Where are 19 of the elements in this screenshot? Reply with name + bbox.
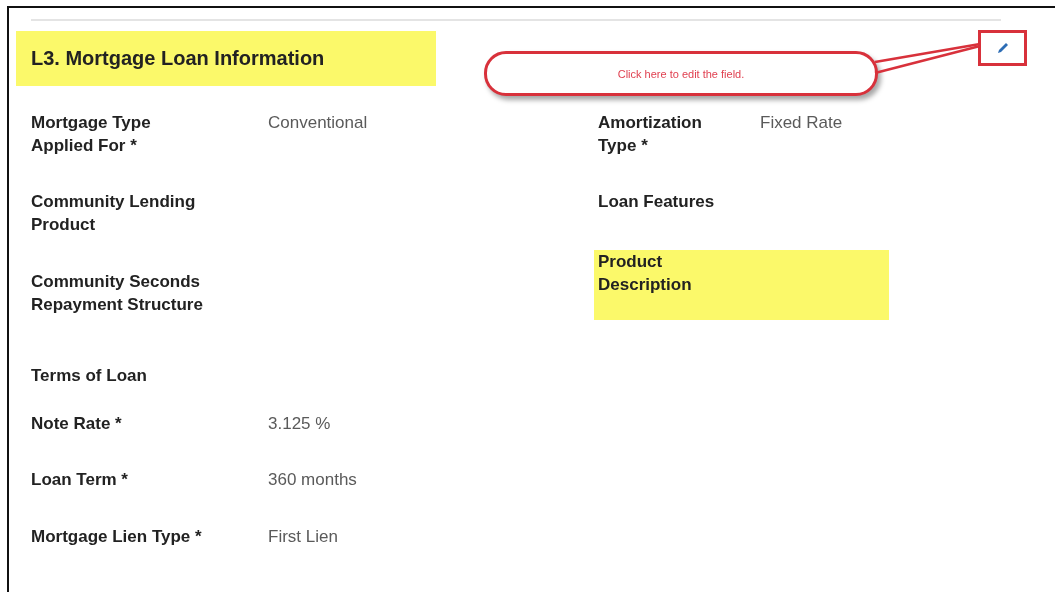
edit-button[interactable] (995, 41, 1010, 55)
field-label: Community Seconds Repayment Structure (31, 271, 204, 316)
field-label: Note Rate * (31, 413, 123, 435)
field-label: Loan Features (598, 191, 716, 213)
field-value: Conventional (268, 112, 369, 134)
field-label: Mortgage Type Applied For * (31, 112, 152, 157)
field-label: Loan Term * (31, 469, 129, 491)
section-subheading: Terms of Loan (31, 365, 148, 387)
field-value: First Lien (268, 526, 339, 548)
section-title: L3. Mortgage Loan Information (16, 31, 436, 86)
field-label: Amortization Type * (598, 112, 703, 157)
field-value: 360 months (268, 469, 358, 491)
field-value: 3.125 % (268, 413, 332, 435)
field-value: Fixed Rate (760, 112, 844, 134)
pencil-icon (995, 41, 1010, 55)
field-label: Product Description (598, 251, 693, 296)
field-label: Mortgage Lien Type * (31, 526, 203, 548)
callout: Click here to edit the field. (484, 51, 878, 96)
field-label: Community Lending Product (31, 191, 197, 236)
